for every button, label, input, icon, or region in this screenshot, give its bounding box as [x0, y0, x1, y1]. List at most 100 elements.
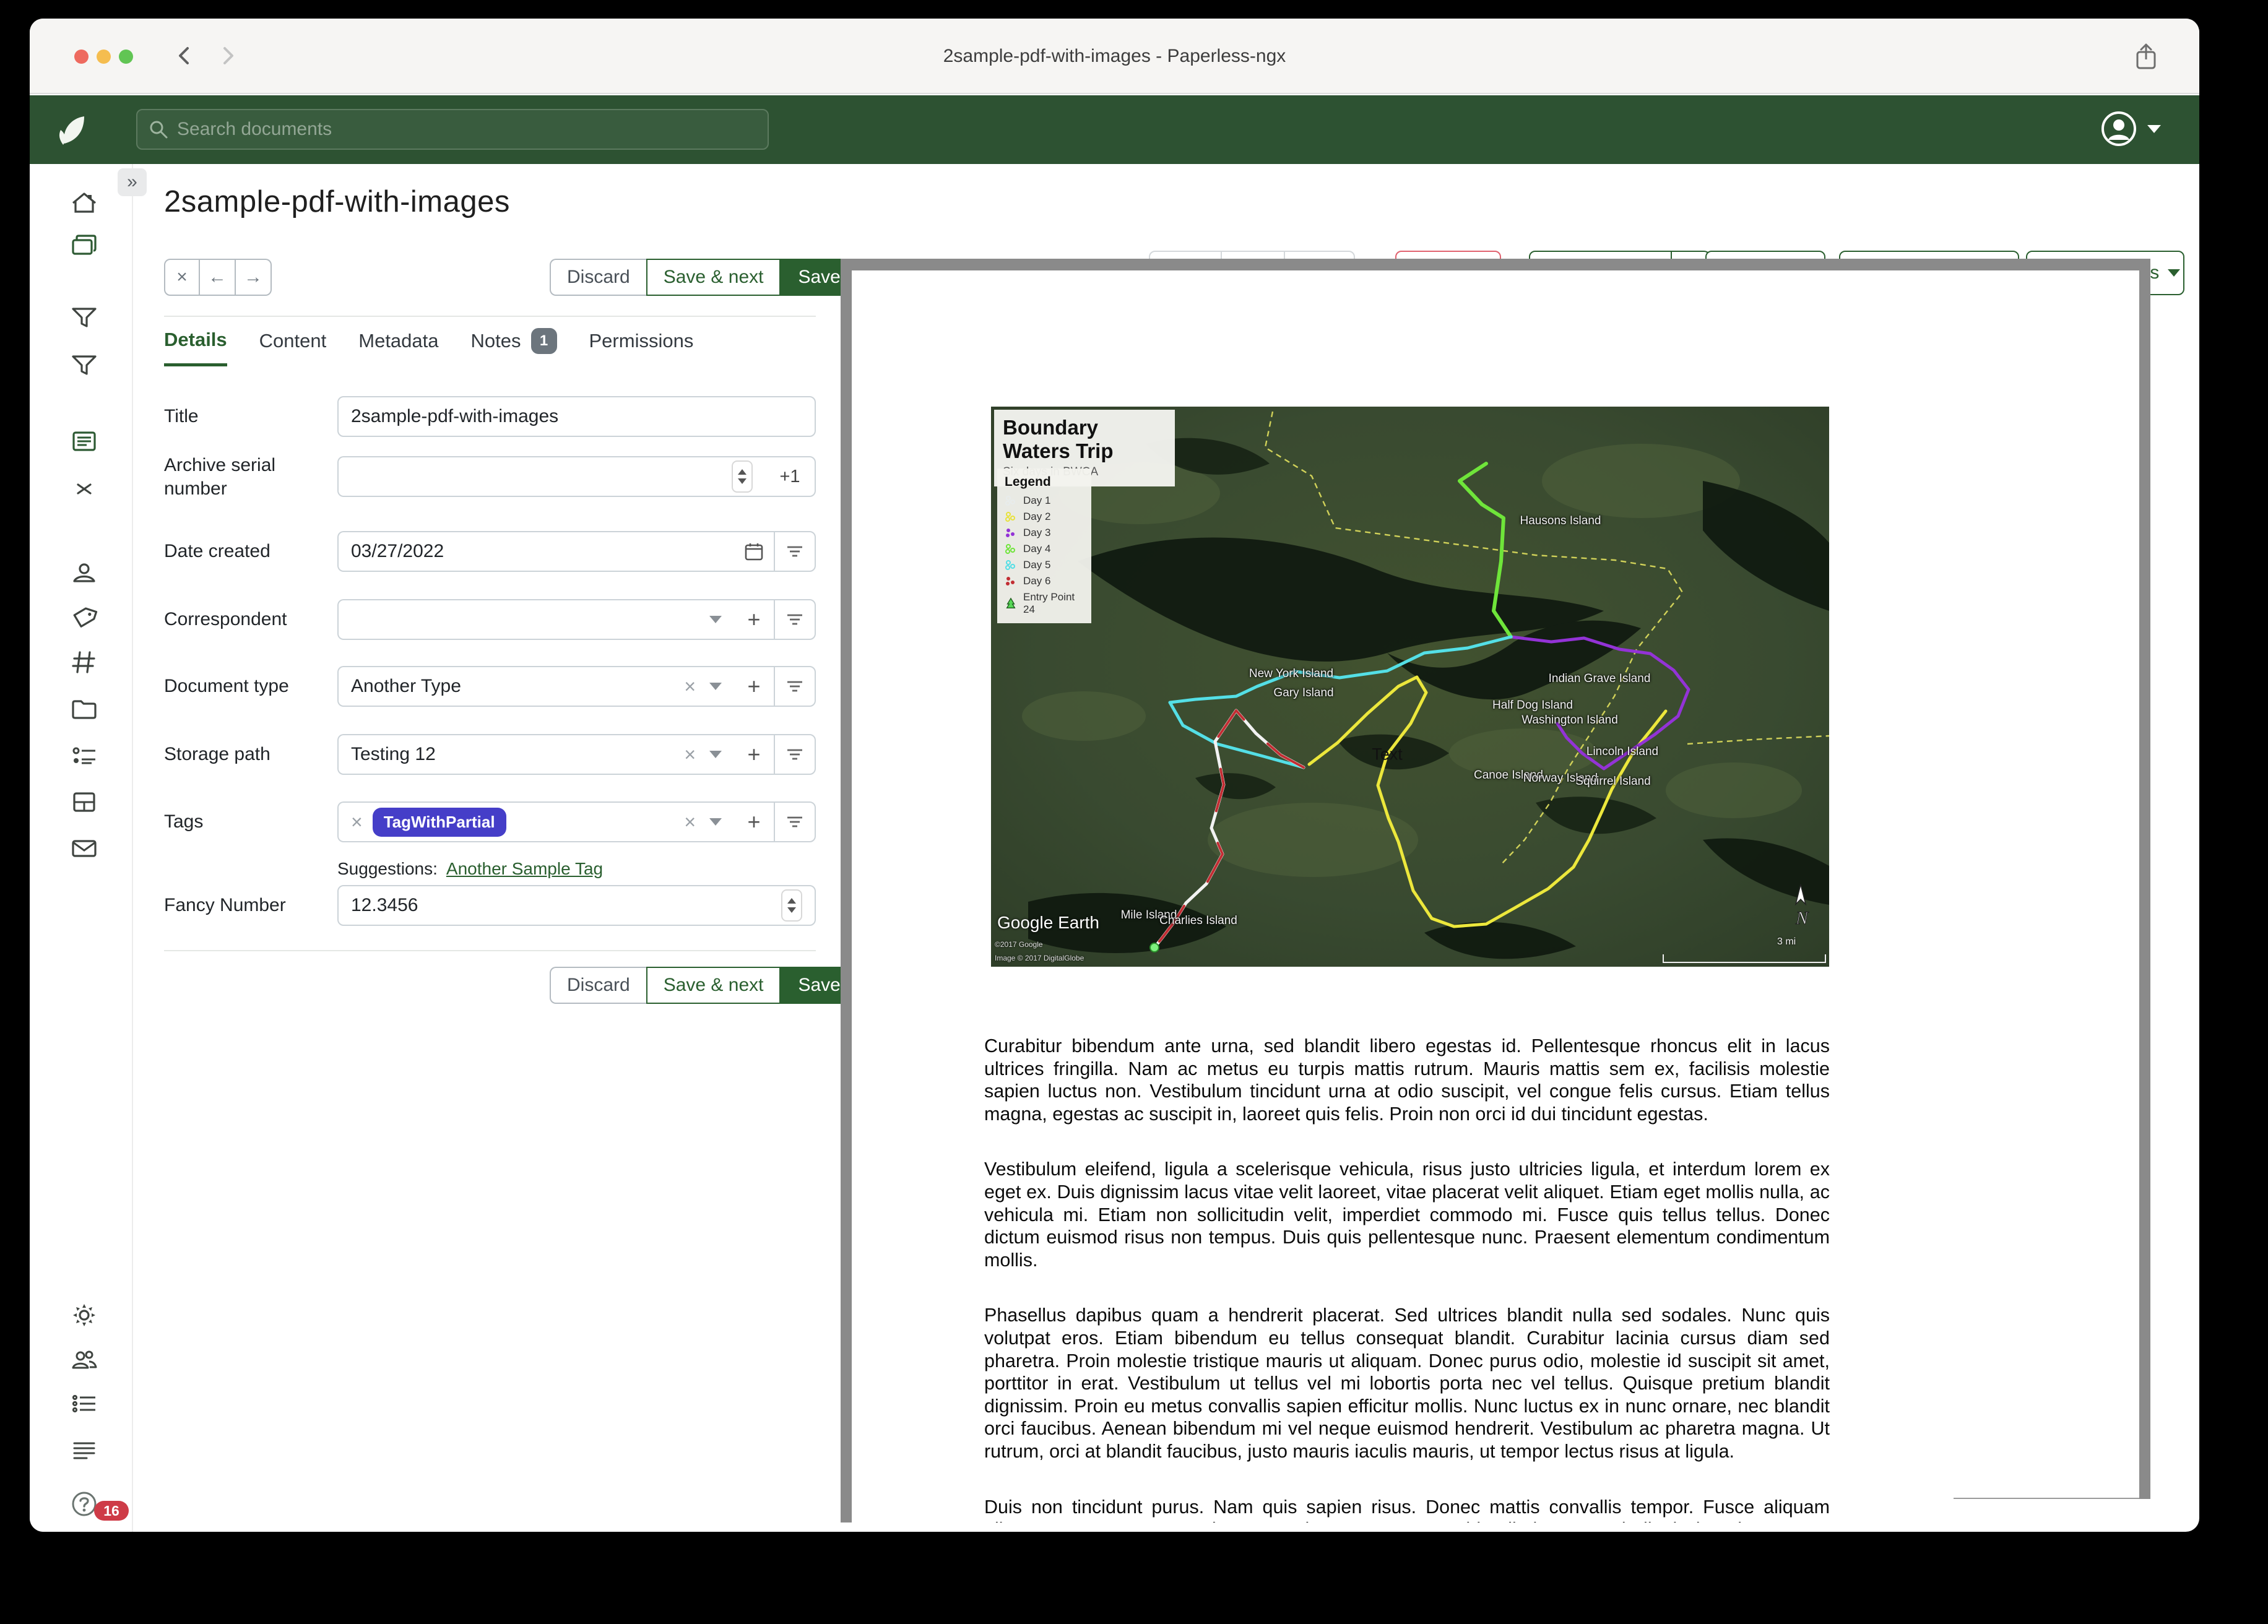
storage-path-select[interactable]: Testing 12 ×: [337, 734, 734, 775]
tag-suggestions: Suggestions:Another Sample Tag: [337, 859, 603, 879]
fancy-number-input[interactable]: 12.3456: [337, 885, 816, 926]
tags-filter-button[interactable]: [774, 801, 816, 842]
sidebar-item-document-types[interactable]: [69, 647, 99, 677]
save-and-next-button[interactable]: Save & next: [646, 259, 781, 296]
tag-chip[interactable]: TagWithPartial: [373, 808, 506, 837]
island-label: Half Dog Island: [1492, 699, 1573, 712]
sidebar-item-correspondents[interactable]: [69, 558, 99, 587]
tab-notes[interactable]: Notes1: [471, 328, 557, 366]
asn-stepper[interactable]: [732, 460, 753, 493]
clear-icon[interactable]: ×: [684, 811, 696, 834]
sidebar-item-tags[interactable]: [69, 602, 99, 632]
window-title: 2sample-pdf-with-images - Paperless-ngx: [30, 19, 2199, 94]
legend-route-icon: [1005, 527, 1017, 539]
sidebar-item-open-document[interactable]: [69, 426, 99, 456]
title-input[interactable]: 2sample-pdf-with-images: [337, 396, 816, 437]
save-and-next-button[interactable]: Save & next: [646, 967, 781, 1004]
map-scale-bar: [1663, 954, 1826, 963]
chevron-down-icon[interactable]: [709, 616, 722, 623]
correspondent-select[interactable]: [337, 599, 734, 640]
preview-scrollbar[interactable]: [1954, 1498, 2139, 1499]
document-type-filter-button[interactable]: [774, 666, 816, 707]
chevron-down-icon[interactable]: [709, 818, 722, 826]
tab-metadata[interactable]: Metadata: [358, 330, 438, 365]
remove-tag-icon[interactable]: ×: [351, 811, 363, 834]
legend-item: Day 1: [1005, 495, 1085, 507]
user-menu[interactable]: [2100, 110, 2161, 147]
title-field: 2sample-pdf-with-images: [337, 396, 816, 437]
sidebar-item-users-groups[interactable]: [69, 1345, 99, 1375]
sidebar-item-custom-fields[interactable]: [69, 741, 99, 771]
next-document-button[interactable]: →: [236, 259, 272, 296]
legend-item: Day 4: [1005, 543, 1085, 555]
add-storage-path-button[interactable]: +: [733, 734, 775, 775]
correspondent-field: +: [337, 599, 816, 640]
page-title: 2sample-pdf-with-images: [164, 184, 510, 219]
add-document-type-button[interactable]: +: [733, 666, 775, 707]
sidebar-item-workflows[interactable]: [69, 787, 99, 817]
north-arrow-icon: N: [1787, 883, 1814, 933]
sidebar-item-saved-view-2[interactable]: [69, 350, 99, 380]
chevron-down-icon[interactable]: [709, 683, 722, 690]
document-type-field: Another Type × +: [337, 666, 816, 707]
clear-icon[interactable]: ×: [684, 743, 696, 766]
clear-icon[interactable]: ×: [684, 675, 696, 698]
sidebar-item-storage-paths[interactable]: [69, 694, 99, 724]
search-input[interactable]: [177, 119, 756, 140]
legend-route-icon: [1005, 495, 1017, 507]
document-type-select[interactable]: Another Type ×: [337, 666, 734, 707]
close-document-button[interactable]: ×: [164, 259, 200, 296]
legend-item: Day 5: [1005, 559, 1085, 571]
sidebar-item-dashboard[interactable]: [69, 188, 99, 218]
date-created-input[interactable]: 03/27/2022: [337, 531, 734, 572]
discard-button[interactable]: Discard: [550, 259, 646, 296]
island-label: Charlies Island: [1159, 914, 1237, 928]
paragraph: Phasellus dapibus quam a hendrerit place…: [984, 1304, 1830, 1462]
discard-button[interactable]: Discard: [550, 967, 646, 1004]
sidebar-item-settings[interactable]: [69, 1300, 99, 1330]
date-filter-button[interactable]: [774, 531, 816, 572]
fancy-number-stepper[interactable]: [781, 889, 802, 922]
legend-item: Day 6: [1005, 575, 1085, 587]
pdf-preview-pane[interactable]: Boundary Waters Trip Six days in BWCA Le…: [841, 259, 2150, 1522]
chevron-down-icon[interactable]: [709, 751, 722, 758]
suggestion-link[interactable]: Another Sample Tag: [446, 859, 603, 878]
tab-details[interactable]: Details: [164, 329, 227, 366]
screen: 2sample-pdf-with-images - Paperless-ngx: [0, 0, 2268, 1624]
paperless-logo-icon[interactable]: [56, 109, 97, 150]
asn-field-label: Archive serial number: [164, 454, 325, 501]
tab-content[interactable]: Content: [259, 330, 327, 365]
title-field-label: Title: [164, 405, 325, 428]
share-icon[interactable]: [2132, 42, 2160, 72]
search-icon: [149, 119, 168, 139]
calendar-button[interactable]: [733, 531, 775, 572]
sidebar-item-documents[interactable]: [69, 231, 99, 261]
add-tag-button[interactable]: +: [733, 801, 775, 842]
sidebar-close-all-icon[interactable]: [69, 474, 99, 504]
add-correspondent-button[interactable]: +: [733, 599, 775, 640]
search-bar[interactable]: [136, 109, 769, 150]
sidebar-item-mail[interactable]: [69, 834, 99, 863]
asn-increment-button[interactable]: +1: [764, 456, 816, 497]
legend-route-icon: [1005, 543, 1017, 555]
correspondent-filter-button[interactable]: [774, 599, 816, 640]
tags-select[interactable]: × TagWithPartial ×: [337, 801, 734, 842]
divider: [164, 950, 816, 951]
asn-input[interactable]: [337, 456, 765, 497]
previous-document-button[interactable]: ←: [200, 259, 236, 296]
legend-item: Day 3: [1005, 527, 1085, 539]
filter-icon: [784, 541, 805, 562]
legend-route-icon: [1005, 575, 1017, 587]
tags-field: × TagWithPartial × +: [337, 801, 816, 842]
island-label: Gary Island: [1273, 686, 1333, 700]
tab-permissions[interactable]: Permissions: [589, 330, 694, 365]
sidebar-item-logs[interactable]: [69, 1435, 99, 1465]
sidebar-item-tasks[interactable]: [69, 1389, 99, 1419]
island-label: Squirrel Island: [1575, 775, 1650, 788]
storage-path-filter-button[interactable]: [774, 734, 816, 775]
paragraph: Vestibulum eleifend, ligula a scelerisqu…: [984, 1158, 1830, 1271]
sidebar-item-saved-view-1[interactable]: [69, 303, 99, 332]
map-title: Boundary Waters Trip: [1003, 416, 1166, 463]
sidebar-expand-button[interactable]: »: [118, 168, 147, 196]
preview-scrollbar-corner: [2139, 1499, 2150, 1522]
